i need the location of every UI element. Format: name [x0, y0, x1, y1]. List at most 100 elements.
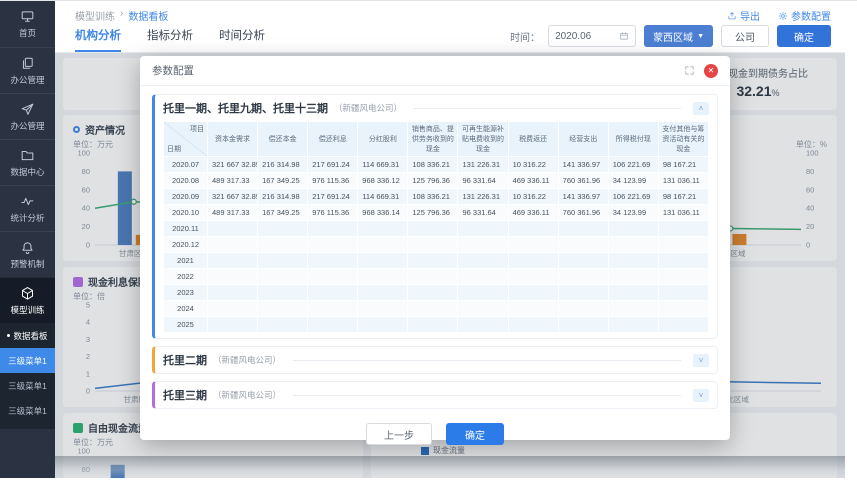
chevron-down-icon[interactable]: ˅: [693, 388, 709, 402]
value-cell: [557, 252, 609, 269]
section-title: 托里一期、托里九期、托里十三期: [163, 103, 328, 115]
value-cell: [357, 236, 409, 253]
value-cell: [457, 316, 509, 333]
value-cell: 108 336.21: [407, 188, 459, 205]
modal-body: 托里一期、托里九期、托里十三期 （新疆风电公司） ˄ 项目 日期 资本金需求 偿还…: [140, 86, 730, 455]
value-cell: [607, 252, 659, 269]
value-cell: 217 691.24: [307, 156, 359, 173]
value-cell: 114 669.31: [357, 188, 409, 205]
section-company: （新疆风电公司）: [213, 355, 282, 365]
tab-org[interactable]: 机构分析: [75, 27, 121, 52]
section-header[interactable]: 托里二期 （新疆风电公司） ˅: [163, 352, 709, 368]
gear-icon: [778, 11, 788, 20]
value-cell: [657, 220, 710, 237]
sidebar-item-home[interactable]: 首页: [0, 1, 55, 47]
value-cell: 131 226.31: [457, 156, 509, 173]
tab-time[interactable]: 时间分析: [219, 27, 265, 52]
copy-icon: [22, 57, 33, 69]
value-cell: [357, 300, 409, 317]
value-cell: [657, 268, 710, 285]
value-cell: [307, 316, 359, 333]
modal-footer: 上一步 确定: [152, 416, 718, 453]
value-cell: 125 796.36: [407, 172, 459, 189]
sidebar-item-office-1[interactable]: 办公管理: [0, 47, 55, 93]
table-row: 2020.08 489 317.33 167 349.25 976 115.36 968…: [163, 172, 710, 189]
sidebar-item-label: 首页: [18, 28, 36, 38]
sidebar-item-label: 模型训练: [10, 304, 45, 315]
param-config-link[interactable]: 参数配置: [778, 8, 831, 23]
value-cell: 131 226.31: [457, 188, 509, 205]
divider: [414, 107, 681, 109]
value-cell: 96 331.64: [457, 204, 509, 221]
breadcrumb-current[interactable]: 数据看板: [128, 8, 168, 23]
export-icon: [728, 11, 736, 19]
sidebar-item-data-center[interactable]: 数据中心: [0, 139, 55, 185]
company-button[interactable]: 公司: [721, 25, 769, 47]
sidebar-item-label: 办公管理: [10, 120, 45, 131]
value-cell: [457, 220, 509, 237]
sidebar-item-alert[interactable]: 预警机制: [0, 231, 55, 277]
close-icon[interactable]: ✕: [704, 63, 718, 78]
date-value: 2020.06: [555, 30, 592, 42]
value-cell: [457, 252, 509, 269]
sidebar-item-data-board[interactable]: 数据看板: [0, 323, 55, 348]
value-cell: 216 314.98: [257, 188, 309, 205]
sidebar-item-menu3-2[interactable]: 三级菜单1: [0, 373, 55, 398]
value-cell: 106 221.69: [607, 188, 659, 205]
link-label: 导出: [740, 12, 760, 23]
section-header[interactable]: 托里三期 （新疆风电公司） ˅: [163, 387, 709, 403]
value-cell: 98 167.21: [657, 156, 710, 173]
breadcrumb-separator: ›: [120, 8, 124, 19]
sidebar-submenu: 数据看板 三级菜单1 三级菜单1 三级菜单1: [0, 323, 55, 429]
section-header[interactable]: 托里一期、托里九期、托里十三期 （新疆风电公司） ˄: [163, 100, 709, 116]
value-cell: [607, 284, 659, 301]
fullscreen-icon[interactable]: [684, 65, 695, 76]
app-window: 首页 办公管理 办公管理 数据中心 统计分析 预警机制 模型训练 数据看板 三级菜单1 三级菜单…: [0, 0, 857, 487]
value-cell: 131 036.11: [657, 204, 710, 221]
chevron-down-icon[interactable]: ˅: [693, 353, 709, 367]
bullet-icon: [7, 334, 11, 337]
header-confirm-button[interactable]: 确定: [777, 25, 831, 47]
value-cell: 489 317.33: [206, 204, 259, 221]
value-cell: [657, 252, 710, 269]
region-value: 蒙西区域: [653, 32, 694, 44]
value-cell: [607, 300, 659, 317]
value-cell: [657, 300, 710, 317]
modal-confirm-button[interactable]: 确定: [446, 423, 504, 445]
sidebar-item-menu3-3[interactable]: 三级菜单1: [0, 398, 55, 423]
value-cell: 760 361.96: [557, 172, 609, 189]
region-dropdown[interactable]: 蒙西区域 ▼: [644, 25, 713, 47]
value-cell: [357, 316, 409, 333]
value-cell: 469 336.11: [507, 172, 559, 189]
column-header: 税费返还: [507, 121, 559, 157]
sidebar-item-menu3-1[interactable]: 三级菜单1: [0, 348, 55, 373]
section-title: 托里三期: [163, 390, 207, 402]
chevron-up-icon[interactable]: ˄: [693, 101, 709, 115]
monitor-icon: [21, 11, 34, 22]
sidebar-item-model-training[interactable]: 模型训练: [0, 277, 55, 323]
tab-metric[interactable]: 指标分析: [147, 27, 193, 52]
value-cell: [407, 316, 459, 333]
value-cell: [507, 316, 559, 333]
filter-bar: 时间： 2020.06 蒙西区域 ▼ 公司 确定: [510, 25, 831, 47]
sidebar-item-label: 三级菜单1: [8, 405, 47, 416]
column-header: 经营支出: [557, 121, 609, 157]
date-cell: 2020.08: [163, 172, 208, 189]
export-link[interactable]: 导出: [727, 8, 760, 23]
value-cell: 141 336.97: [557, 188, 609, 205]
value-cell: 10 316.22: [507, 188, 559, 205]
sidebar-item-office-2[interactable]: 办公管理: [0, 93, 55, 139]
project-section-expanded: 托里一期、托里九期、托里十三期 （新疆风电公司） ˄ 项目 日期 资本金需求 偿还…: [152, 94, 718, 339]
value-cell: [307, 220, 359, 237]
value-cell: [657, 284, 710, 301]
date-input[interactable]: 2020.06: [548, 25, 637, 47]
value-cell: [357, 268, 409, 285]
model-icon: [22, 286, 33, 300]
previous-step-button[interactable]: 上一步: [366, 423, 432, 445]
value-cell: 976 115.36: [307, 172, 359, 189]
sidebar-item-stats[interactable]: 统计分析: [0, 185, 55, 231]
value-cell: 321 667 32.89: [206, 188, 259, 205]
value-cell: [407, 220, 459, 237]
value-cell: 106 221.69: [607, 156, 659, 173]
breadcrumb: 模型训练 › 数据看板: [75, 8, 168, 23]
